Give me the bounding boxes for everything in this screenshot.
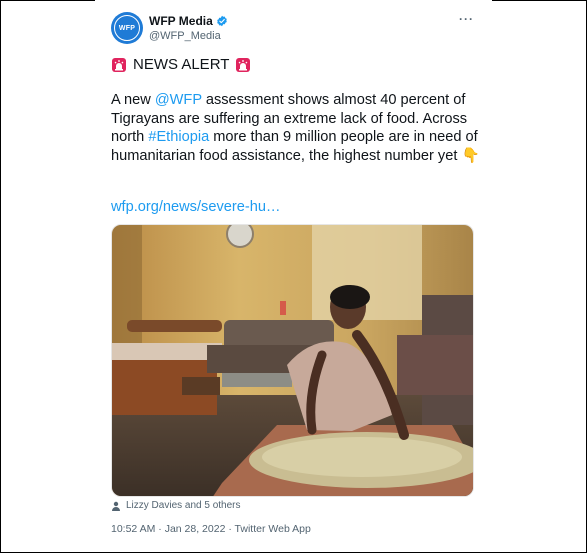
wfp-logo-icon: WFP (114, 15, 140, 41)
person-icon (112, 501, 120, 511)
pointing-down-emoji: 👇 (461, 147, 480, 164)
tweet-timestamp[interactable]: 10:52 AM · Jan 28, 2022 · Twitter Web Ap… (111, 523, 311, 535)
author-handle[interactable]: @WFP_Media (149, 30, 221, 42)
tweet-text-part: A new (111, 92, 155, 108)
verified-badge-icon (216, 15, 227, 27)
avatar-text: WFP (118, 24, 136, 32)
tagged-people[interactable]: Lizzy Davies and 5 others (111, 500, 241, 511)
avatar[interactable]: WFP (111, 12, 143, 44)
tweet-card: WFP WFP Media @WFP_Media ··· NEWS ALERT … (95, 0, 492, 551)
article-link[interactable]: wfp.org/news/severe-hu… (111, 199, 281, 215)
tweet-text: A new @WFP assessment shows almost 40 pe… (111, 91, 481, 165)
mention-link[interactable]: @WFP (155, 92, 202, 108)
author-name-row[interactable]: WFP Media (149, 14, 228, 28)
tweet-photo[interactable] (111, 224, 474, 497)
alert-text: NEWS ALERT (133, 56, 230, 73)
news-alert-line: NEWS ALERT (111, 56, 251, 73)
more-options-button[interactable]: ··· (459, 12, 474, 26)
hashtag-link[interactable]: #Ethiopia (148, 129, 209, 145)
photo-illustration (112, 225, 473, 496)
siren-icon (112, 57, 126, 72)
display-name[interactable]: WFP Media (149, 14, 213, 28)
tagged-people-text: Lizzy Davies and 5 others (126, 500, 241, 511)
siren-icon (236, 57, 251, 72)
